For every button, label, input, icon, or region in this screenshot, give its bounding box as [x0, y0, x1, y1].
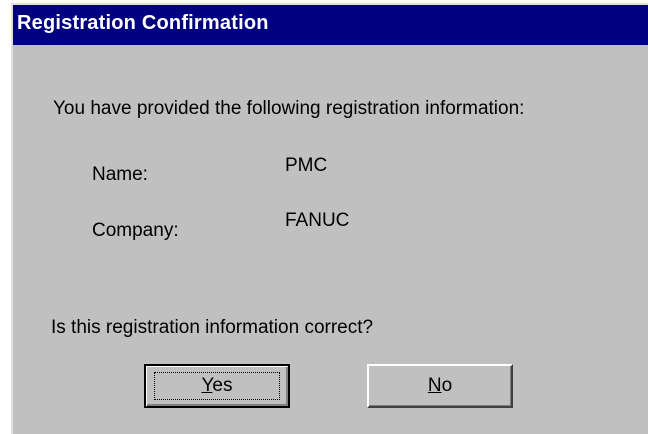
registration-confirmation-dialog: Registration Confirmation You have provi…	[11, 3, 648, 434]
no-button[interactable]: No	[367, 364, 513, 408]
name-value: PMC	[285, 155, 328, 176]
no-button-label: No	[428, 375, 452, 397]
company-label: Company:	[92, 220, 179, 241]
dialog-title: Registration Confirmation	[17, 12, 269, 34]
yes-mnemonic: Y	[201, 375, 213, 396]
intro-text: You have provided the following registra…	[53, 98, 525, 119]
yes-button[interactable]: Yes	[144, 364, 290, 408]
company-value: FANUC	[285, 210, 350, 231]
confirmation-question: Is this registration information correct…	[51, 317, 374, 338]
no-label-rest: o	[441, 375, 453, 396]
yes-label-rest: es	[212, 375, 233, 396]
name-label: Name:	[92, 164, 148, 185]
yes-button-label: Yes	[201, 375, 232, 397]
title-bar[interactable]: Registration Confirmation	[13, 5, 648, 45]
no-mnemonic: N	[427, 375, 442, 396]
